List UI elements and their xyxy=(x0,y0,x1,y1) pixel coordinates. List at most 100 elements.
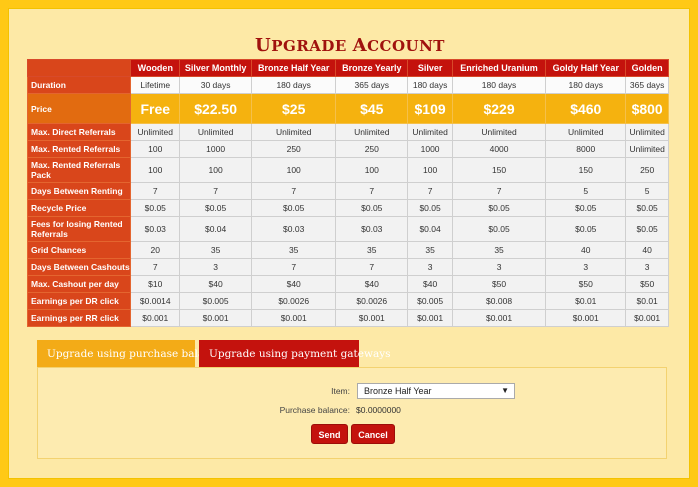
tab-purchase-balance[interactable]: Upgrade using purchase balance xyxy=(37,340,223,368)
table-cell: $0.01 xyxy=(625,292,669,310)
table-cell: $50 xyxy=(451,275,547,293)
page-title: UPGRADE ACCOUNT xyxy=(255,35,445,56)
membership-comparison-table: Wooden Silver Monthly Bronze Half Year Bron… xyxy=(26,59,669,327)
chevron-down-icon: ▼ xyxy=(501,386,509,395)
table-cell: $0.03 xyxy=(251,216,337,242)
table-cell: 150 xyxy=(545,157,627,183)
table-row: Max. Cashout per day $10 $40 $40 $40 $40 $50 $5… xyxy=(26,275,669,293)
column-header: Goldy Half Year xyxy=(545,59,627,77)
table-cell: Unlimited xyxy=(179,123,253,141)
table-cell: 150 xyxy=(451,157,547,183)
send-button[interactable]: Send xyxy=(311,424,348,444)
table-cell: 20 xyxy=(130,241,181,259)
table-cell: $0.008 xyxy=(451,292,547,310)
purchase-balance-label: Purchase balance: xyxy=(279,405,350,415)
table-cell: Unlimited xyxy=(130,123,181,141)
upgrade-form: Item: Bronze Half Year ▼ Purchase balanc… xyxy=(37,367,667,459)
table-cell: 8000 xyxy=(545,140,627,158)
table-cell: $40 xyxy=(251,275,337,293)
row-label: Max. Cashout per day xyxy=(26,275,132,293)
table-cell: Free xyxy=(130,93,181,124)
table-cell: $0.05 xyxy=(335,199,409,217)
table-cell: $0.05 xyxy=(407,199,453,217)
table-cell: $0.001 xyxy=(130,309,181,327)
column-header: Wooden xyxy=(130,59,181,77)
table-cell: $50 xyxy=(545,275,627,293)
row-label: Grid Chances xyxy=(26,241,132,259)
table-row: Recycle Price $0.05 $0.05 $0.05 $0.05 $0.05 $0… xyxy=(26,199,669,217)
table-row: Max. Direct Referrals Unlimited Unlimited U… xyxy=(26,123,669,141)
table-row: Max. Rented Referrals 100 1000 250 250 1000 40… xyxy=(26,140,669,158)
table-cell: $0.05 xyxy=(130,199,181,217)
table-row: Max. Rented Referrals Pack 100 100 100 100 10… xyxy=(26,157,669,183)
table-cell: $10 xyxy=(130,275,181,293)
item-label: Item: xyxy=(331,386,350,396)
table-row: Fees for losing Rented Referrals $0.03 $0.… xyxy=(26,216,669,242)
table-cell: Unlimited xyxy=(625,140,669,158)
table-cell: $0.03 xyxy=(335,216,409,242)
item-select[interactable]: Bronze Half Year ▼ xyxy=(357,383,515,399)
row-label: Recycle Price xyxy=(26,199,132,217)
table-cell: $0.04 xyxy=(407,216,453,242)
table-cell: 100 xyxy=(130,140,181,158)
table-cell: 40 xyxy=(625,241,669,259)
table-cell: $45 xyxy=(335,93,409,124)
table-row: Days Between Renting 7 7 7 7 7 7 5 5 xyxy=(26,182,669,200)
table-cell: 7 xyxy=(335,182,409,200)
table-cell: Unlimited xyxy=(407,123,453,141)
table-cell: $0.05 xyxy=(545,216,627,242)
table-cell: $50 xyxy=(625,275,669,293)
table-row: Price Free $22.50 $25 $45 $109 $229 $460 $800 xyxy=(26,93,669,124)
table-cell: $0.0026 xyxy=(335,292,409,310)
table-cell: $0.001 xyxy=(545,309,627,327)
row-label: Max. Rented Referrals Pack xyxy=(26,157,132,183)
table-cell: 100 xyxy=(179,157,253,183)
table-cell: $800 xyxy=(625,93,669,124)
table-cell: 100 xyxy=(251,157,337,183)
table-cell: 3 xyxy=(625,258,669,276)
table-cell: $109 xyxy=(407,93,453,124)
table-cell: $22.50 xyxy=(179,93,253,124)
table-cell: $0.001 xyxy=(251,309,337,327)
table-cell: 365 days xyxy=(625,76,669,94)
table-cell: 4000 xyxy=(451,140,547,158)
table-cell: 40 xyxy=(545,241,627,259)
table-cell: 7 xyxy=(335,258,409,276)
table-cell: $0.001 xyxy=(335,309,409,327)
table-cell: 180 days xyxy=(251,76,337,94)
table-cell: 3 xyxy=(545,258,627,276)
table-row: Days Between Cashouts 7 3 7 7 3 3 3 3 xyxy=(26,258,669,276)
row-label: Earnings per RR click xyxy=(26,309,132,327)
cancel-button[interactable]: Cancel xyxy=(351,424,395,444)
table-cell: Unlimited xyxy=(625,123,669,141)
tab-payment-gateways[interactable]: Upgrade using payment gateways xyxy=(199,340,391,368)
table-cell: Unlimited xyxy=(335,123,409,141)
row-label: Days Between Cashouts xyxy=(26,258,132,276)
table-cell: $0.05 xyxy=(451,199,547,217)
table-cell: 5 xyxy=(545,182,627,200)
row-label: Days Between Renting xyxy=(26,182,132,200)
table-cell: $0.04 xyxy=(179,216,253,242)
table-cell: 35 xyxy=(335,241,409,259)
table-cell: 100 xyxy=(335,157,409,183)
table-cell: $0.001 xyxy=(625,309,669,327)
table-cell: $0.005 xyxy=(407,292,453,310)
table-cell: $40 xyxy=(335,275,409,293)
column-header: Silver xyxy=(407,59,453,77)
column-header: Bronze Half Year xyxy=(251,59,337,77)
table-cell: 35 xyxy=(179,241,253,259)
table-row: Earnings per DR click $0.0014 $0.005 $0.002… xyxy=(26,292,669,310)
table-cell: 100 xyxy=(407,157,453,183)
table-cell: 250 xyxy=(335,140,409,158)
table-cell: 35 xyxy=(407,241,453,259)
table-cell: 100 xyxy=(130,157,181,183)
row-label: Duration xyxy=(26,76,132,94)
table-cell: $0.05 xyxy=(251,199,337,217)
row-label: Max. Direct Referrals xyxy=(26,123,132,141)
column-header: Bronze Yearly xyxy=(335,59,409,77)
row-label: Fees for losing Rented Referrals xyxy=(26,216,132,242)
table-cell: 1000 xyxy=(179,140,253,158)
table-cell: 1000 xyxy=(407,140,453,158)
table-cell: 250 xyxy=(625,157,669,183)
item-select-value: Bronze Half Year xyxy=(364,386,432,396)
